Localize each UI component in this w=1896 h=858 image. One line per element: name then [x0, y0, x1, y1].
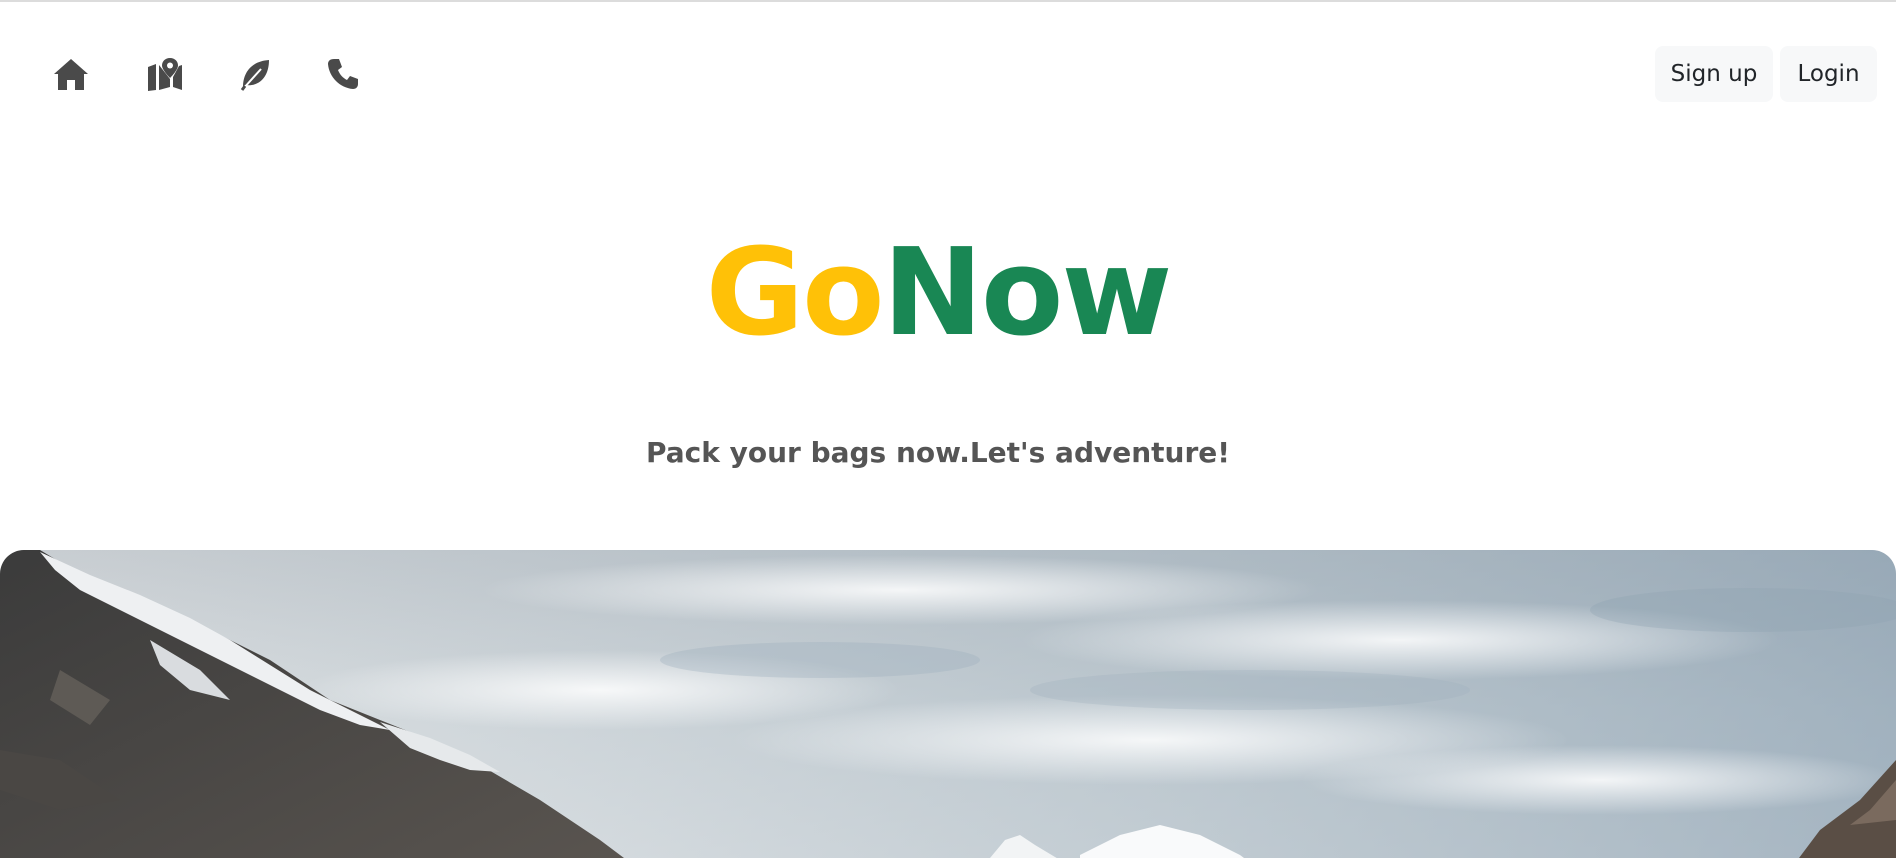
- map-icon[interactable]: [145, 54, 185, 94]
- phone-icon[interactable]: [323, 54, 363, 94]
- leaf-icon[interactable]: [235, 54, 275, 94]
- login-button[interactable]: Login: [1780, 46, 1877, 102]
- brand-title: GoNow: [0, 224, 1876, 364]
- home-icon[interactable]: [51, 54, 91, 94]
- hero-mountain-image: [0, 550, 1896, 858]
- top-navbar: Sign up Login: [0, 2, 1896, 147]
- brand-title-now: Now: [882, 224, 1173, 363]
- page: Sign up Login GoNow Pack your bags now.L…: [0, 0, 1896, 858]
- tagline: Pack your bags now.Let's adventure!: [645, 436, 1231, 469]
- signup-button[interactable]: Sign up: [1655, 46, 1773, 102]
- brand-title-go: Go: [705, 224, 885, 363]
